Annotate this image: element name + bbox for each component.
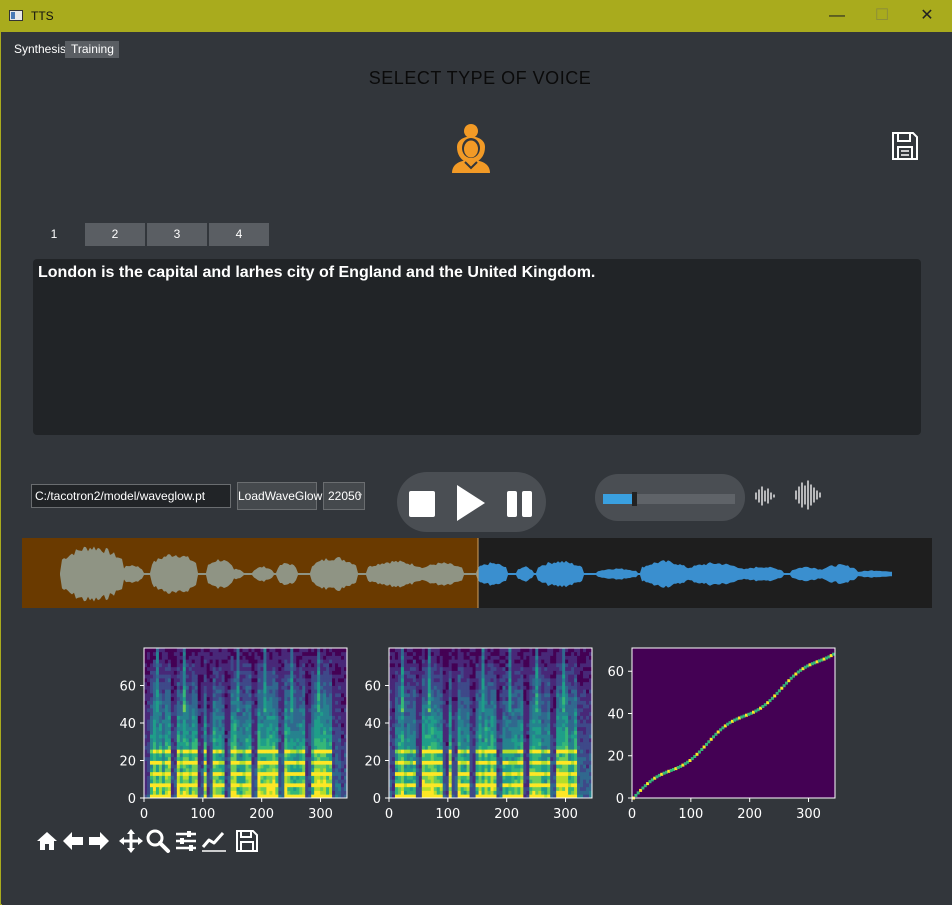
tab-synthesis[interactable]: Synthesis [8,41,72,58]
text-tab-4[interactable]: 4 [209,223,269,246]
pan-icon[interactable] [118,828,144,854]
text-tab-2[interactable]: 2 [85,223,145,246]
female-voice-icon[interactable] [448,121,494,173]
save-figure-icon[interactable] [234,828,260,854]
page-title: SELECT TYPE OF VOICE [368,68,592,88]
y-tick-label: 20 [119,755,136,770]
y-tick-label: 20 [607,750,624,765]
y-tick-label: 60 [607,665,624,680]
window-title: TTS [31,9,54,23]
y-tick-label: 20 [364,755,381,770]
forward-arrow-icon[interactable] [86,828,112,854]
minimize-button[interactable]: — [817,5,857,27]
waveform-large-icon[interactable] [794,480,822,510]
x-tick-label: 100 [435,807,460,822]
waveform-small-icon[interactable] [754,484,776,508]
mel-spectrogram-target: 0 100 200 300 0 20 40 60 [119,647,348,822]
x-tick-label: 200 [737,807,762,822]
y-tick-label: 40 [119,717,136,732]
heatmap [632,648,836,800]
pause-icon[interactable] [507,491,533,517]
audio-waveform[interactable] [22,538,932,608]
y-tick-label: 60 [364,680,381,695]
x-tick-label: 0 [385,807,393,822]
text-tab-1[interactable]: 1 [24,223,84,246]
alignment-plot: 0 100 200 300 0 20 40 60 [607,647,836,822]
y-tick-label: 40 [607,707,624,722]
heatmap [144,648,348,799]
app-icon [9,10,23,21]
stop-icon[interactable] [409,491,435,517]
tab-training[interactable]: Training [65,41,119,58]
y-tick-label: 40 [364,717,381,732]
sample-rate-value: 22050 [328,489,362,503]
x-tick-label: 300 [796,807,821,822]
title-bar: TTS — ☐ ✕ [1,1,952,32]
app-window: TTS — ☐ ✕ Synthesis Training SELECT TYPE… [0,0,952,905]
home-icon[interactable] [34,828,60,854]
y-tick-label: 0 [128,792,136,807]
x-tick-label: 100 [678,807,703,822]
waveglow-path-input[interactable]: C:/tacotron2/model/waveglow.pt [31,484,231,508]
sample-rate-select[interactable]: 22050 ▾ [323,482,365,510]
y-tick-label: 60 [119,680,136,695]
pause-bar-left [507,491,517,517]
x-tick-label: 300 [308,807,333,822]
maximize-button[interactable]: ☐ [862,5,902,27]
pause-bar-right [522,491,532,517]
back-arrow-icon[interactable] [60,828,86,854]
volume-control [595,474,745,521]
y-tick-label: 0 [616,792,624,807]
zoom-icon[interactable] [145,828,171,854]
text-tab-3[interactable]: 3 [147,223,207,246]
volume-fill [603,494,632,504]
configure-subplots-icon[interactable] [173,828,199,854]
edit-axis-icon[interactable] [201,828,227,854]
x-tick-label: 0 [628,807,636,822]
x-tick-label: 200 [249,807,274,822]
x-tick-label: 100 [190,807,215,822]
x-tick-label: 0 [140,807,148,822]
load-waveglow-button[interactable]: LoadWaveGlow [237,482,322,510]
x-tick-label: 300 [553,807,578,822]
main-content: Synthesis Training SELECT TYPE OF VOICE … [2,32,952,905]
volume-slider[interactable] [603,492,735,506]
y-tick-label: 0 [373,792,381,807]
play-icon[interactable] [457,485,485,521]
playback-controls [397,472,546,532]
chevron-down-icon: ▾ [357,491,362,500]
x-tick-label: 200 [494,807,519,822]
close-button[interactable]: ✕ [907,5,947,27]
volume-handle[interactable] [632,492,637,506]
mel-spectrogram-predicted: 0 100 200 300 0 20 40 60 [364,647,593,822]
save-icon[interactable] [891,131,919,161]
synthesis-text-input[interactable]: London is the capital and larhes city of… [33,259,921,435]
heatmap [389,648,593,799]
